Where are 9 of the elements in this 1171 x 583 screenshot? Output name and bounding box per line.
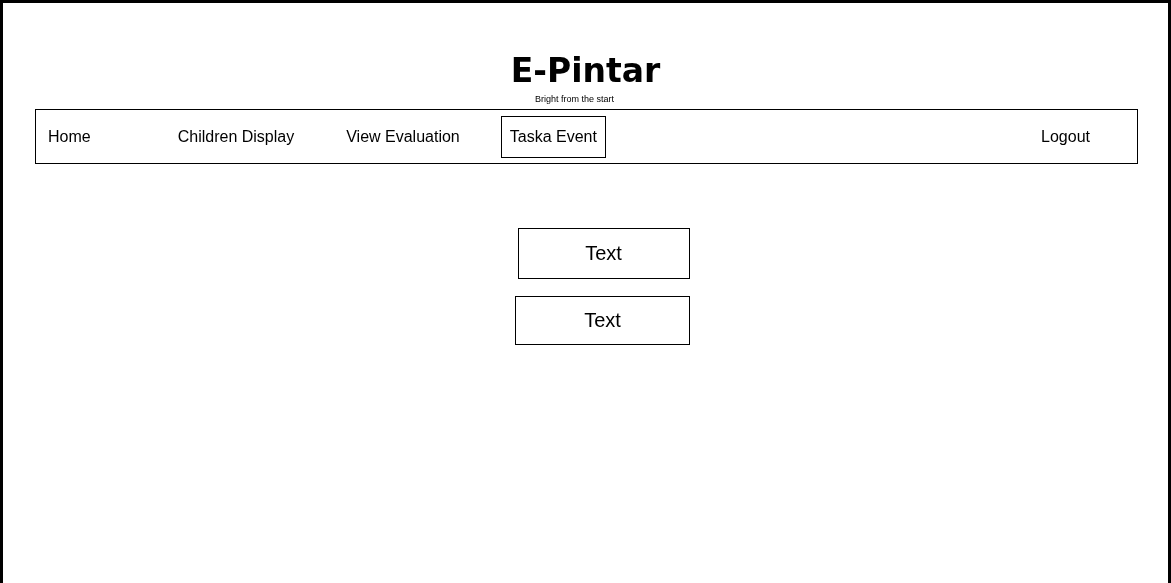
text-button[interactable]: Text — [515, 296, 690, 345]
tagline: Bright from the start — [535, 93, 614, 105]
nav-link[interactable]: Children Display — [168, 115, 304, 158]
logout-link[interactable]: Logout — [1032, 115, 1099, 158]
nav-link[interactable]: View Evaluation — [337, 115, 469, 158]
nav-link[interactable]: Taska Event — [500, 115, 606, 158]
text-button[interactable]: Text — [517, 228, 690, 279]
nav-link[interactable]: Home — [39, 115, 100, 158]
site-title: E-Pintar — [510, 51, 661, 91]
